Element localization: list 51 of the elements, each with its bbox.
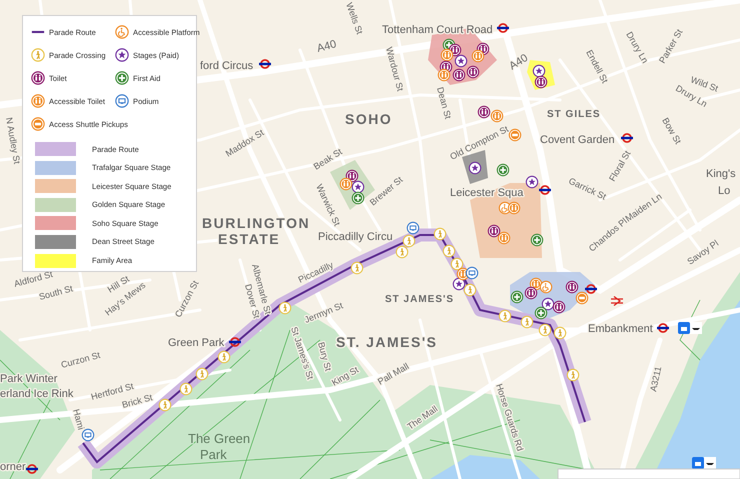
place-label: ST GILES [547,109,601,120]
toilet-icon [31,94,45,108]
monitor-icon [115,94,129,108]
place-label: Green Park [168,337,224,349]
street-label: Jermyn St [303,300,344,325]
place-label: ST. JAMES'S [336,334,438,350]
street-label: Hami [71,408,86,431]
bus-icon [31,117,45,131]
place-label: SOHO [345,111,392,127]
street-label: Pall Mall [376,361,410,387]
street-label: Wardour St [384,46,406,92]
roundel-icon [26,464,38,474]
roundel-icon [585,284,597,294]
street-label: Beak St [312,146,344,172]
street-label: Brick St [120,392,154,410]
place-label: King's [706,168,736,180]
street-label: N Audley St [4,116,22,165]
place-label: Covent Garden [540,134,615,146]
street-label: Curzon St [60,350,102,370]
place-label: Piccadilly Circu [318,231,393,243]
rail-icon [610,296,624,306]
street-label: Dean St [435,86,454,120]
place-label: Leicester Squa [450,187,524,199]
roundel-icon [539,185,551,195]
walker-icon [31,48,45,62]
toilet-icon [31,71,45,85]
first-aid-icon [115,71,129,85]
place-label: Park [200,447,227,462]
place-label: ford Circus [200,60,254,72]
place-label: erland Ice Rink [0,388,74,400]
roundel-icon [497,23,509,33]
roundel-icon [229,337,241,347]
place-label: Tottenham Court Road [382,24,493,36]
street-label: A40 [316,38,338,55]
wheelchair-icon [115,25,129,39]
boat-icon [692,457,716,469]
place-label: Lo [718,185,730,197]
place-label: BURLINGTON [202,215,310,231]
roundel-icon [259,59,271,69]
boat-icon [678,322,702,334]
roundel-icon [621,133,633,143]
street-label: A3211 [648,366,664,392]
street-label: St James's St [289,326,316,381]
place-label: ESTATE [218,231,280,247]
street-label: Horse Guards Rd [494,382,526,452]
place-label: Embankment [588,323,653,335]
street-label: The Mall [405,404,440,432]
street-label: Wells St [344,1,365,36]
roundel-icon [657,323,669,333]
street-label: A40 [507,52,530,73]
place-label: ST JAMES'S [385,294,454,305]
